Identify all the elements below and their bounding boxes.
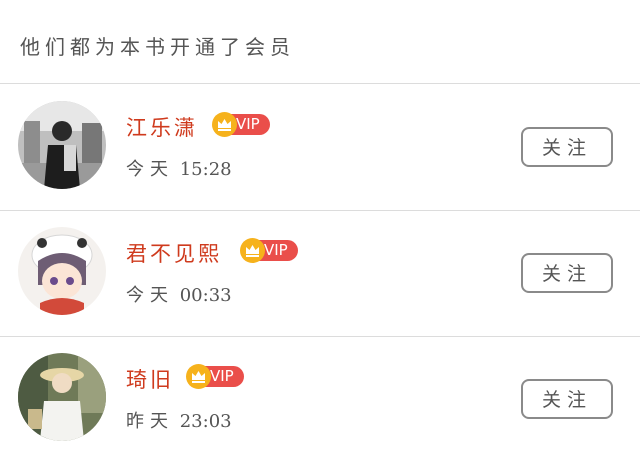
timestamp-time: 23:03 xyxy=(179,411,232,432)
member-name[interactable]: 君不见熙 xyxy=(126,240,222,268)
follow-button[interactable]: 关注 xyxy=(521,379,613,419)
member-list-page: 他们都为本书开通了会员 江乐潇 VIP 今天 15:28 关注 君不见熙 VIP… xyxy=(0,0,640,457)
member-avatar[interactable] xyxy=(18,227,106,315)
member-timestamp: 今天 15:28 xyxy=(126,158,232,182)
crown-icon xyxy=(240,238,265,263)
timestamp-time: 15:28 xyxy=(179,159,232,180)
vip-label: VIP xyxy=(210,367,234,385)
avatar-photo-hat xyxy=(18,353,106,441)
avatar-anime-character xyxy=(18,227,106,315)
member-timestamp: 昨天 23:03 xyxy=(126,410,232,434)
member-row: 江乐潇 VIP 今天 15:28 关注 xyxy=(0,85,640,211)
member-timestamp: 今天 00:33 xyxy=(126,284,232,308)
member-row: 君不见熙 VIP 今天 00:33 关注 xyxy=(0,211,640,337)
timestamp-day: 今天 xyxy=(126,159,174,180)
timestamp-time: 00:33 xyxy=(179,285,232,306)
section-title: 他们都为本书开通了会员 xyxy=(20,35,295,59)
member-avatar[interactable] xyxy=(18,353,106,441)
member-name[interactable]: 琦旧 xyxy=(126,366,174,394)
vip-label: VIP xyxy=(264,241,288,259)
follow-button[interactable]: 关注 xyxy=(521,127,613,167)
timestamp-day: 今天 xyxy=(126,285,174,306)
timestamp-day: 昨天 xyxy=(126,411,174,432)
member-avatar[interactable] xyxy=(18,101,106,189)
crown-icon xyxy=(212,112,237,137)
member-row: 琦旧 VIP 昨天 23:03 关注 xyxy=(0,337,640,457)
avatar-photo-street xyxy=(18,101,106,189)
vip-label: VIP xyxy=(236,115,260,133)
follow-button[interactable]: 关注 xyxy=(521,253,613,293)
crown-icon xyxy=(186,364,211,389)
section-header: 他们都为本书开通了会员 xyxy=(0,0,640,84)
member-name[interactable]: 江乐潇 xyxy=(126,114,198,142)
